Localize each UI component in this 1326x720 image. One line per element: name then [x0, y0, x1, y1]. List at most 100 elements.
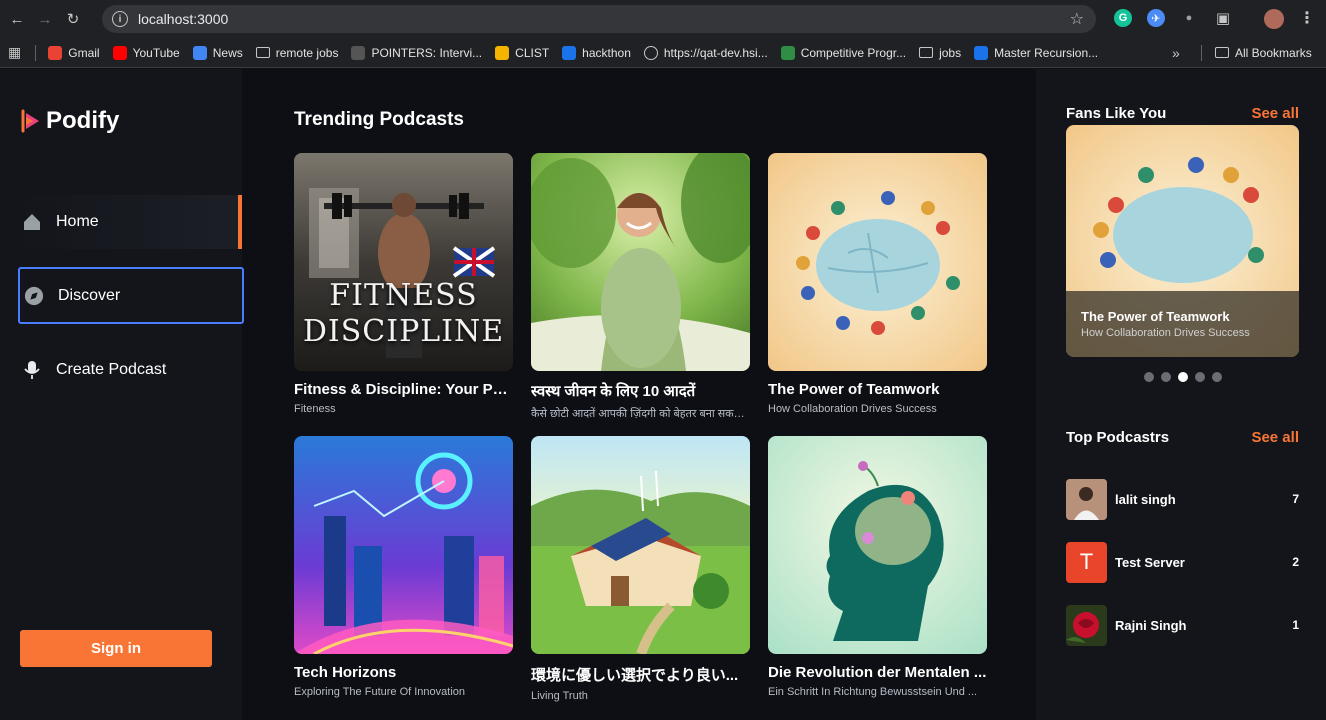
podcast-subtitle: कैसे छोटी आदतें आपकी ज़िंदगी को बेहतर बन…	[531, 408, 750, 420]
bookmark-item[interactable]: Gmail	[48, 45, 100, 60]
podcast-card[interactable]: Tech Horizons Exploring The Future Of In…	[294, 436, 513, 698]
news-icon	[192, 45, 207, 60]
folder-icon	[1215, 47, 1229, 58]
podcast-card[interactable]: FITNESS DISCIPLINE Fitness & Discipline:…	[294, 153, 513, 415]
url-text[interactable]: localhost:3000	[138, 11, 228, 27]
bookmark-label: remote jobs	[275, 45, 339, 60]
brand-logo[interactable]: Podify	[20, 107, 119, 135]
folder-icon	[255, 47, 270, 58]
back-icon[interactable]: ←	[6, 8, 28, 30]
top-podcasters-title: Top Podcastrs	[1066, 429, 1170, 446]
sign-in-button[interactable]: Sign in	[20, 630, 212, 667]
fans-card-overlay: The Power of Teamwork How Collaboration …	[1066, 291, 1299, 357]
podcast-subtitle: Living Truth	[531, 690, 588, 702]
right-sidebar: Fans Like You See all The Power of Teamw…	[1036, 69, 1326, 720]
browser-toolbar: ← → ↻ i localhost:3000 ☆ G ✈ ● ▣ ⋮	[0, 0, 1326, 38]
podcast-card[interactable]: स्वस्थ जीवन के लिए 10 आदतें कैसे छोटी आद…	[531, 153, 750, 421]
carousel-dots	[1144, 372, 1222, 382]
bookmarks-bar: ▦ Gmail YouTube News remote jobs POINTERS: I…	[0, 38, 1326, 68]
menu-dots-icon[interactable]: ⋮	[1298, 9, 1316, 27]
compass-icon	[24, 286, 44, 306]
nav-home[interactable]: Home	[18, 195, 242, 249]
all-bookmarks[interactable]: All Bookmarks	[1215, 46, 1312, 60]
bookmark-item[interactable]: CLIST	[495, 45, 549, 60]
grammarly-icon[interactable]: G	[1114, 9, 1132, 27]
fans-see-all-link[interactable]: See all	[1251, 105, 1299, 122]
cover-overlay-line2: DISCIPLINE	[302, 314, 505, 349]
bookmark-item[interactable]: POINTERS: Intervi...	[351, 45, 483, 60]
nav-create-podcast[interactable]: Create Podcast	[18, 343, 242, 397]
podcaster-row[interactable]: lalit singh 7	[1066, 478, 1299, 520]
carousel-dot[interactable]	[1212, 372, 1222, 382]
youtube-icon	[112, 45, 127, 60]
podcast-subtitle: Fiteness	[294, 403, 336, 415]
extension-icon[interactable]: ✈	[1147, 9, 1165, 27]
top-see-all-link[interactable]: See all	[1251, 429, 1299, 446]
bookmark-item[interactable]: remote jobs	[255, 45, 339, 60]
podcaster-name: Rajni Singh	[1115, 617, 1187, 633]
infinity-icon	[974, 45, 989, 60]
bookmark-item[interactable]: hackthon	[562, 45, 631, 60]
podcaster-name: Test Server	[1115, 554, 1185, 570]
reload-icon[interactable]: ↻	[62, 8, 84, 30]
podcast-subtitle: How Collaboration Drives Success	[768, 403, 937, 415]
folder-icon	[919, 47, 934, 58]
bookmark-label: POINTERS: Intervi...	[371, 45, 483, 60]
podcast-card[interactable]: 環境に優しい選択でより良い... Living Truth	[531, 436, 750, 702]
bookmark-item[interactable]: YouTube	[112, 45, 180, 60]
podcast-title: Die Revolution der Mentalen ...	[768, 664, 987, 681]
top-podcasters-header: Top Podcastrs See all	[1066, 429, 1299, 446]
podcaster-row[interactable]: Rajni Singh 1	[1066, 604, 1299, 646]
forward-icon[interactable]: →	[34, 8, 56, 30]
podcast-card[interactable]: The Power of Teamwork How Collaboration …	[768, 153, 987, 415]
podcast-card[interactable]: Die Revolution der Mentalen ... Ein Schr…	[768, 436, 987, 698]
podcast-title: 環境に優しい選択でより良い...	[531, 667, 739, 684]
brand-name: Podify	[46, 107, 120, 134]
cover-overlay-text: FITNESS DISCIPLINE	[294, 278, 513, 350]
podify-app: Podify Home Discover Create Podcast Sign…	[0, 69, 1326, 720]
divider	[1201, 44, 1202, 61]
main-content: Trending Podcasts FITNESS DISCIPLINE Fit…	[242, 69, 1036, 720]
bookmark-label: jobs	[939, 45, 962, 60]
carousel-dot[interactable]	[1195, 372, 1205, 382]
podcast-cover-fitness: FITNESS DISCIPLINE	[294, 153, 513, 371]
podcast-title: Tech Horizons	[294, 664, 397, 681]
podcaster-count: 2	[1292, 555, 1299, 569]
pointers-icon	[351, 45, 366, 60]
gfg-icon	[780, 45, 795, 60]
address-bar[interactable]: i localhost:3000 ☆	[102, 5, 1096, 33]
extensions-puzzle-icon[interactable]: ▣	[1214, 9, 1232, 27]
carousel-dot-active[interactable]	[1178, 372, 1188, 382]
hackthon-icon	[562, 45, 577, 60]
fans-title: Fans Like You	[1066, 105, 1167, 122]
carousel-dot[interactable]	[1144, 372, 1154, 382]
extension-flask-icon[interactable]: ●	[1180, 9, 1198, 27]
microphone-icon	[22, 360, 42, 380]
left-sidebar: Podify Home Discover Create Podcast Sign…	[0, 69, 244, 720]
site-info-icon[interactable]: i	[112, 11, 128, 27]
nav-discover[interactable]: Discover	[18, 267, 244, 324]
bookmarks-overflow-icon[interactable]: »	[1172, 45, 1180, 61]
bookmark-item[interactable]: Master Recursion...	[974, 45, 1098, 60]
carousel-dot[interactable]	[1161, 372, 1171, 382]
clist-icon	[495, 45, 510, 60]
fans-carousel-card[interactable]: The Power of Teamwork How Collaboration …	[1066, 125, 1299, 357]
profile-avatar[interactable]	[1264, 9, 1284, 29]
nav-home-label: Home	[56, 213, 99, 230]
fans-card-subtitle: How Collaboration Drives Success	[1081, 327, 1250, 339]
bookmark-item[interactable]: News	[192, 45, 243, 60]
podcast-cover-eco-choices	[531, 436, 750, 654]
podcast-title: Fitness & Discipline: Your Pat...	[294, 381, 513, 398]
bookmark-item[interactable]: jobs	[919, 46, 961, 60]
podcast-title: The Power of Teamwork	[768, 381, 940, 398]
avatar	[1066, 478, 1107, 520]
bookmark-item[interactable]: https://qat-dev.hsi...	[643, 45, 768, 60]
podcaster-count: 1	[1292, 618, 1299, 632]
bookmark-label: hackthon	[582, 45, 631, 60]
apps-grid-icon[interactable]: ▦	[8, 44, 21, 61]
podcast-cover-healthy-habits	[531, 153, 750, 371]
bookmark-item[interactable]: Competitive Progr...	[780, 45, 906, 60]
bookmark-star-icon[interactable]: ☆	[1070, 9, 1084, 29]
podcaster-row[interactable]: T Test Server 2	[1066, 541, 1299, 583]
podcast-cover-mental-revolution	[768, 436, 987, 654]
